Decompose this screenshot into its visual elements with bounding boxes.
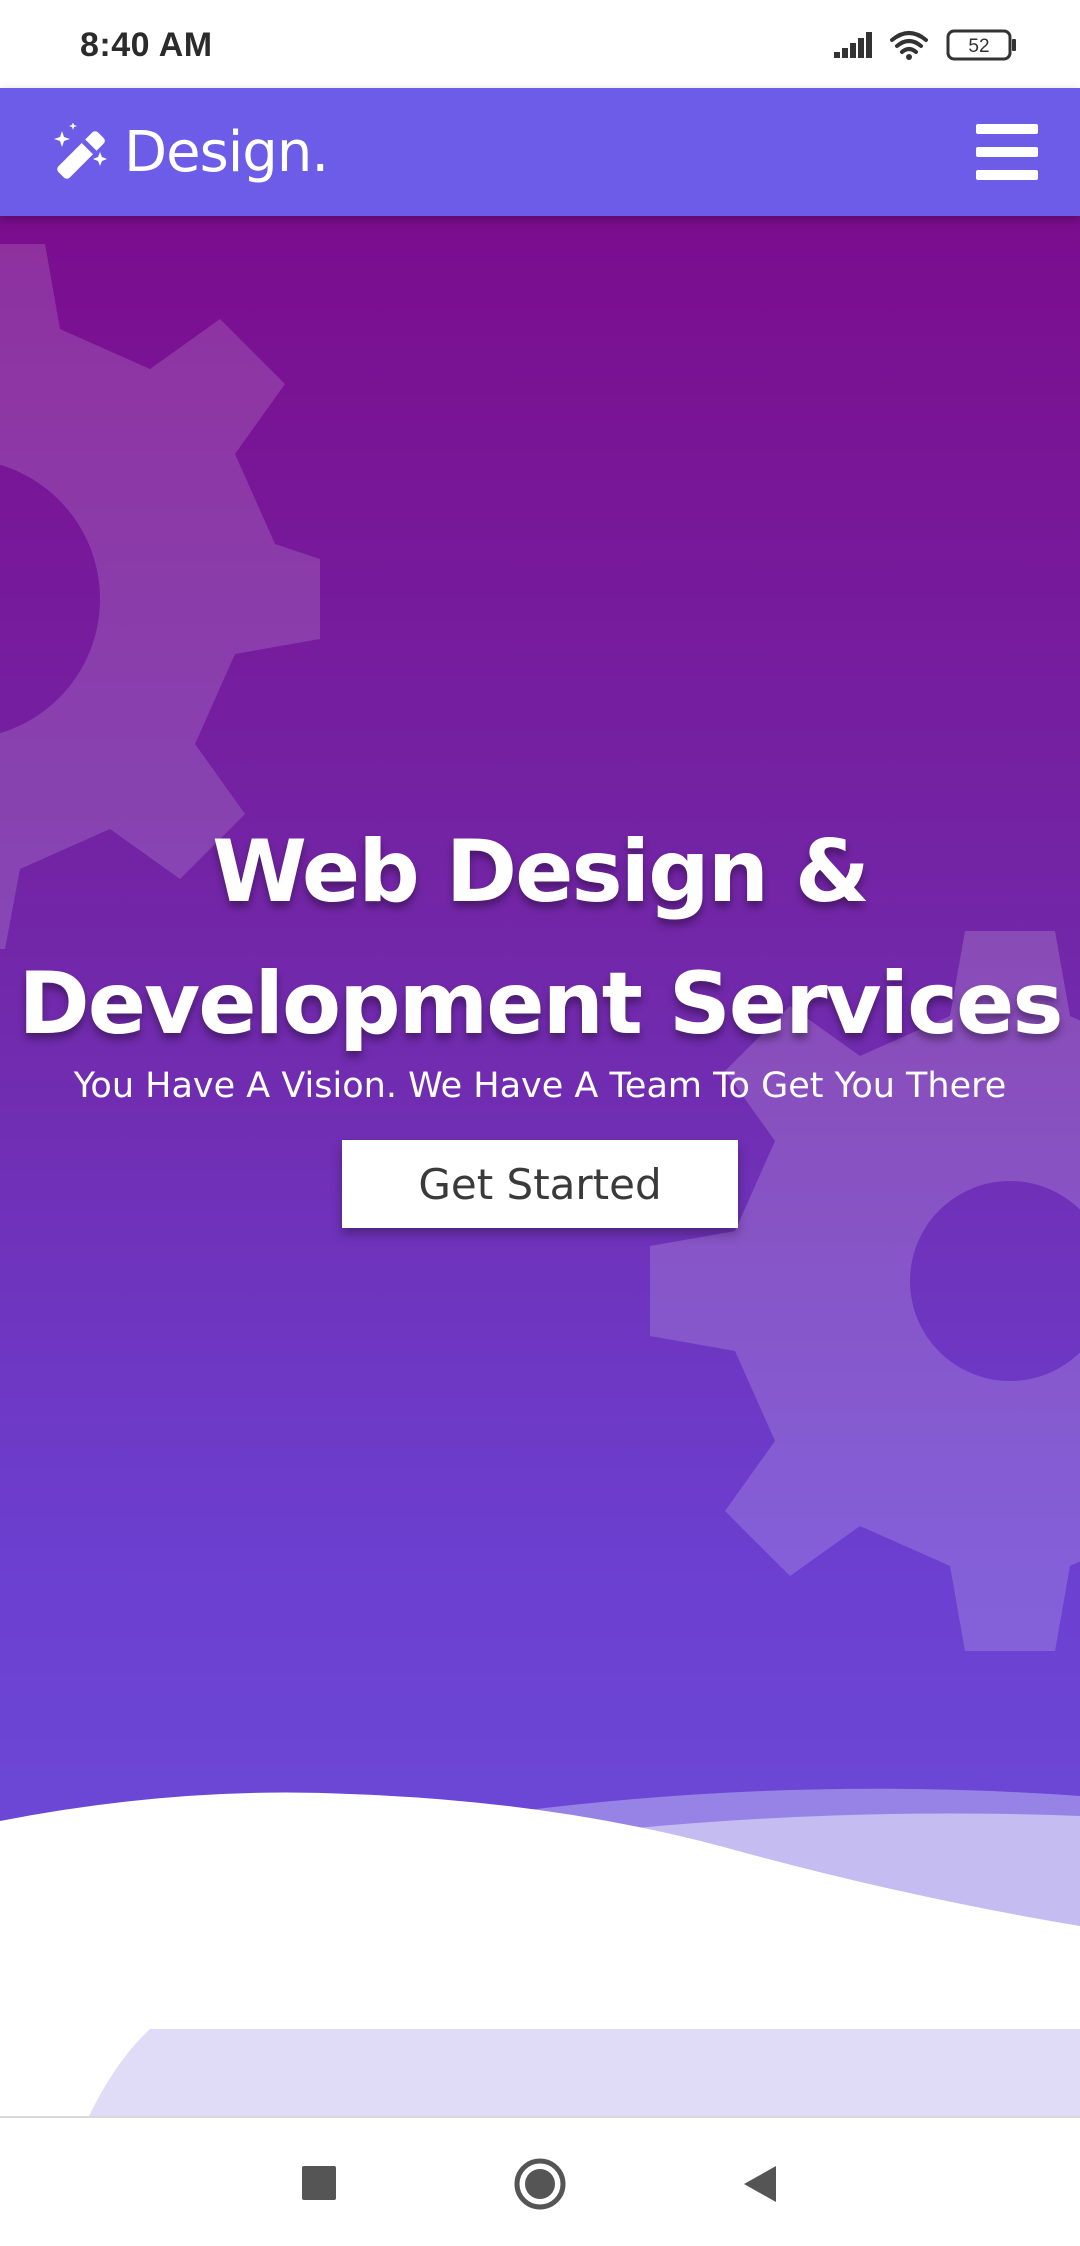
logo[interactable]: Design.	[52, 118, 329, 188]
status-icons: 52	[832, 26, 1022, 66]
home-circle-icon	[514, 2158, 566, 2210]
signal-icon	[834, 32, 872, 58]
screen: 8:40 AM 52 Design. Web Design & Developm…	[0, 0, 1080, 2246]
hamburger-menu-icon	[976, 124, 1038, 134]
status-bar: 8:40 AM 52	[0, 0, 1080, 88]
wifi-icon	[890, 31, 928, 60]
back-triangle-icon	[744, 2166, 776, 2202]
hero-title-line1: Web Design &	[212, 822, 870, 922]
menu-button[interactable]	[976, 124, 1038, 180]
app-header: Design.	[0, 88, 1080, 216]
home-button[interactable]	[510, 2154, 570, 2214]
magic-wand-icon	[54, 123, 107, 179]
hero-section: Web Design & Development Services You Ha…	[0, 216, 1080, 2136]
status-time: 8:40 AM	[80, 26, 213, 64]
hero-title: Web Design & Development Services	[0, 806, 1080, 1070]
recents-button[interactable]	[290, 2154, 350, 2214]
get-started-button[interactable]: Get Started	[342, 1140, 738, 1228]
menu-bar-middle	[976, 147, 1038, 157]
system-nav-bar	[0, 2116, 1080, 2246]
recents-square-icon	[302, 2166, 336, 2200]
menu-bar-bottom	[976, 170, 1038, 180]
hero-title-line2: Development Services	[18, 954, 1063, 1054]
hero-subtitle: You Have A Vision. We Have A Team To Get…	[73, 1066, 1007, 1106]
back-button[interactable]	[730, 2154, 790, 2214]
battery-icon: 52	[946, 29, 1016, 61]
status-icons-svg: 52	[834, 29, 1016, 61]
logo-text: Design.	[124, 120, 329, 185]
battery-level: 52	[968, 36, 989, 57]
